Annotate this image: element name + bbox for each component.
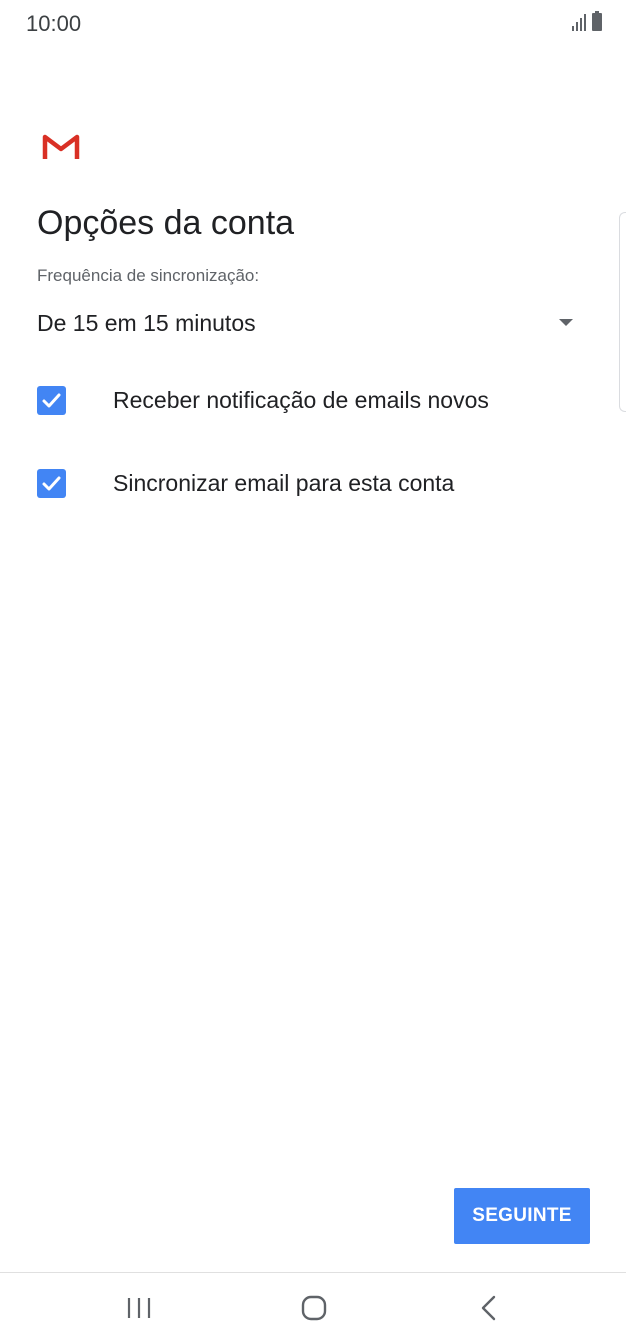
checkmark-icon xyxy=(42,393,61,408)
sync-frequency-value: De 15 em 15 minutos xyxy=(37,310,256,336)
status-time: 10:00 xyxy=(26,11,82,36)
home-icon[interactable] xyxy=(294,1291,334,1325)
notify-new-emails-label: Receber notificação de emails novos xyxy=(113,387,489,413)
sync-frequency-dropdown[interactable]: De 15 em 15 minutos xyxy=(37,304,577,344)
status-icons xyxy=(572,11,602,31)
dropdown-arrow-icon xyxy=(559,319,573,326)
sync-email-option[interactable]: Sincronizar email para esta conta xyxy=(37,461,597,505)
gmail-logo-icon xyxy=(42,134,80,159)
battery-icon xyxy=(592,11,602,31)
notify-new-emails-checkbox[interactable] xyxy=(37,386,66,415)
notify-new-emails-option[interactable]: Receber notificação de emails novos xyxy=(37,378,597,422)
scroll-edge-indicator xyxy=(619,212,626,412)
navigation-bar xyxy=(0,1273,626,1344)
sync-email-checkbox[interactable] xyxy=(37,469,66,498)
page-title: Opções da conta xyxy=(37,204,295,242)
status-bar: 10:00 xyxy=(0,0,626,48)
next-button[interactable]: SEGUINTE xyxy=(454,1188,590,1244)
sync-email-label: Sincronizar email para esta conta xyxy=(113,470,455,496)
recent-apps-icon[interactable] xyxy=(119,1291,159,1325)
signal-icon xyxy=(572,13,586,31)
back-icon[interactable] xyxy=(469,1291,509,1325)
checkmark-icon xyxy=(42,476,61,491)
sync-frequency-label: Frequência de sincronização: xyxy=(37,266,260,285)
